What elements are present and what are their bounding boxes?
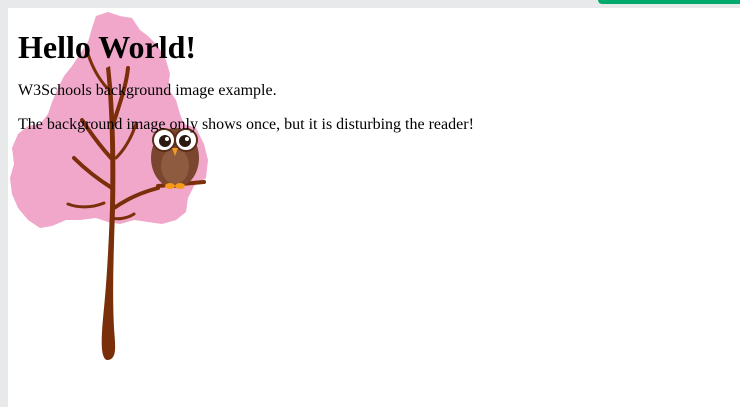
intro-paragraph: W3Schools background image example. — [18, 82, 277, 99]
left-gutter — [0, 8, 8, 407]
page-content: Hello World! W3Schools background image … — [18, 8, 718, 134]
page-heading: Hello World! — [18, 29, 197, 65]
run-tab-indicator — [598, 0, 740, 4]
body-paragraph: The background image only shows once, bu… — [18, 116, 474, 133]
